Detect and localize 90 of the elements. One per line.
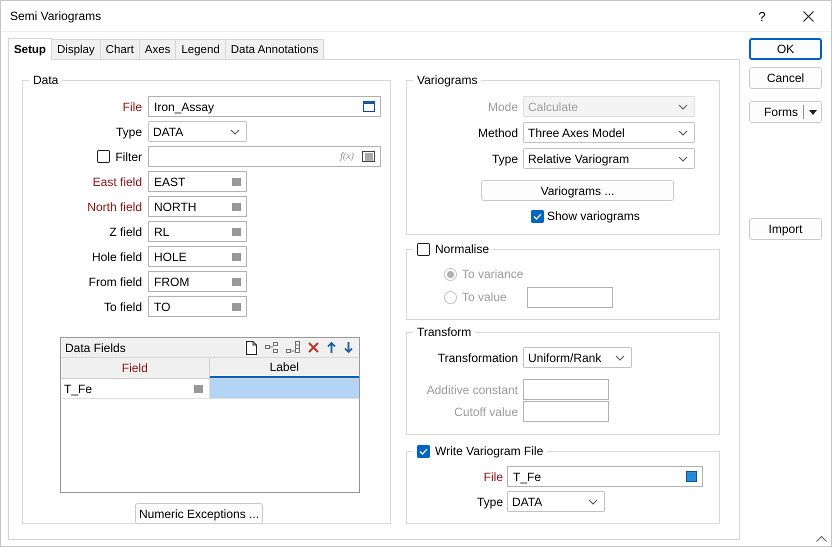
- field-label: Type: [490, 152, 518, 166]
- numeric-exceptions-button[interactable]: Numeric Exceptions ...: [135, 503, 263, 524]
- field-label: Additive constant: [426, 382, 518, 396]
- formula-icon: f(x): [340, 151, 354, 162]
- hierarchy-icon[interactable]: [265, 342, 278, 354]
- dropdown[interactable]: DATA: [507, 491, 605, 512]
- hierarchy-icon[interactable]: [286, 341, 300, 354]
- down-arrow-icon[interactable]: [344, 342, 353, 353]
- list-icon: [232, 202, 241, 210]
- dropdown[interactable]: DATA: [148, 121, 247, 142]
- check-icon: [533, 212, 542, 220]
- field-label: Method: [476, 126, 518, 140]
- field-picker[interactable]: HOLE: [148, 246, 247, 267]
- column-header[interactable]: Field: [61, 358, 210, 378]
- delete-icon[interactable]: [308, 342, 319, 353]
- list-icon: [194, 384, 203, 392]
- input-field[interactable]: [527, 286, 613, 308]
- split-button[interactable]: Forms: [749, 101, 822, 123]
- field-label: File: [122, 100, 142, 114]
- field-picker[interactable]: NORTH: [148, 196, 247, 217]
- chevron-icon: [588, 498, 598, 504]
- ok-button[interactable]: OK: [749, 38, 822, 60]
- dropdown[interactable]: Three Axes Model: [523, 122, 695, 143]
- group-title: Transform: [417, 325, 472, 339]
- new-page-icon[interactable]: [246, 340, 257, 354]
- input-field[interactable]: [523, 379, 609, 400]
- up-arrow-icon[interactable]: [327, 342, 336, 353]
- list-icon: [232, 178, 241, 186]
- radio-label: To variance: [462, 267, 524, 281]
- group-title: Variograms: [417, 73, 478, 87]
- field-label: To field: [104, 300, 142, 314]
- field-label: North field: [87, 200, 142, 214]
- square-icon: [686, 471, 697, 482]
- chevron-icon: [615, 354, 625, 360]
- grid-title: Data Fields: [65, 340, 127, 354]
- dialog-button[interactable]: Cancel: [749, 67, 822, 89]
- field-label: East field: [92, 174, 142, 188]
- window-title: Semi Variograms: [10, 9, 102, 23]
- field-label: Hole field: [92, 250, 142, 264]
- list-icon: [232, 228, 241, 236]
- chevron-icon: [678, 104, 688, 110]
- tab[interactable]: Chart: [100, 39, 140, 59]
- field-label: Type: [116, 124, 142, 138]
- check-icon: [419, 448, 428, 454]
- field-picker[interactable]: TO: [148, 296, 247, 317]
- window-icon: [363, 101, 375, 112]
- table-cell[interactable]: [210, 379, 359, 398]
- dropdown[interactable]: Uniform/Rank: [523, 347, 632, 368]
- tab[interactable]: Display: [52, 39, 101, 59]
- dropdown[interactable]: Relative Variogram: [523, 148, 695, 169]
- file-field[interactable]: T_Fe: [507, 466, 703, 487]
- radio-label: To value: [462, 290, 508, 304]
- chevron-icon: [678, 156, 688, 162]
- variograms-button[interactable]: Variograms ...: [481, 180, 674, 201]
- help-button[interactable]: ?: [739, 8, 785, 24]
- field-picker[interactable]: FROM: [148, 271, 247, 292]
- checkbox-label: Write Variogram File: [435, 444, 544, 458]
- tab[interactable]: Setup: [8, 38, 52, 60]
- chevron-icon: [678, 130, 688, 136]
- checkbox[interactable]: [417, 444, 430, 458]
- dropdown-arrow-icon[interactable]: [809, 110, 817, 114]
- field-label: Cutoff value: [453, 404, 518, 418]
- field-picker[interactable]: RL: [148, 221, 247, 242]
- field-label: Z field: [109, 224, 142, 238]
- input-field[interactable]: [523, 401, 609, 422]
- dialog-button[interactable]: Import: [749, 218, 822, 240]
- chevron-up-icon[interactable]: [816, 536, 827, 542]
- list-icon: [362, 151, 375, 162]
- checkbox[interactable]: [417, 242, 430, 256]
- field-picker[interactable]: EAST: [148, 171, 247, 192]
- file-field[interactable]: Iron_Assay: [148, 96, 381, 117]
- tab[interactable]: Axes: [140, 39, 176, 59]
- field-label: Mode: [486, 100, 518, 114]
- checkbox-label: Show variograms: [547, 209, 640, 223]
- field-label: Transformation: [436, 350, 518, 364]
- group-title: Data: [33, 73, 58, 87]
- checkbox-label: Normalise: [435, 242, 490, 256]
- close-icon[interactable]: [802, 10, 814, 22]
- list-icon: [232, 302, 241, 310]
- field-label: Type: [476, 494, 503, 508]
- checkbox[interactable]: [531, 210, 544, 222]
- field-label: From field: [88, 274, 142, 288]
- tab[interactable]: Data Annotations: [226, 39, 324, 59]
- tab[interactable]: Legend: [176, 39, 226, 59]
- list-icon: [232, 278, 241, 286]
- list-icon: [232, 252, 241, 260]
- checkbox-label: Filter: [115, 150, 142, 164]
- field-label: File: [482, 470, 503, 484]
- checkbox[interactable]: [97, 150, 110, 163]
- chevron-icon: [230, 128, 240, 134]
